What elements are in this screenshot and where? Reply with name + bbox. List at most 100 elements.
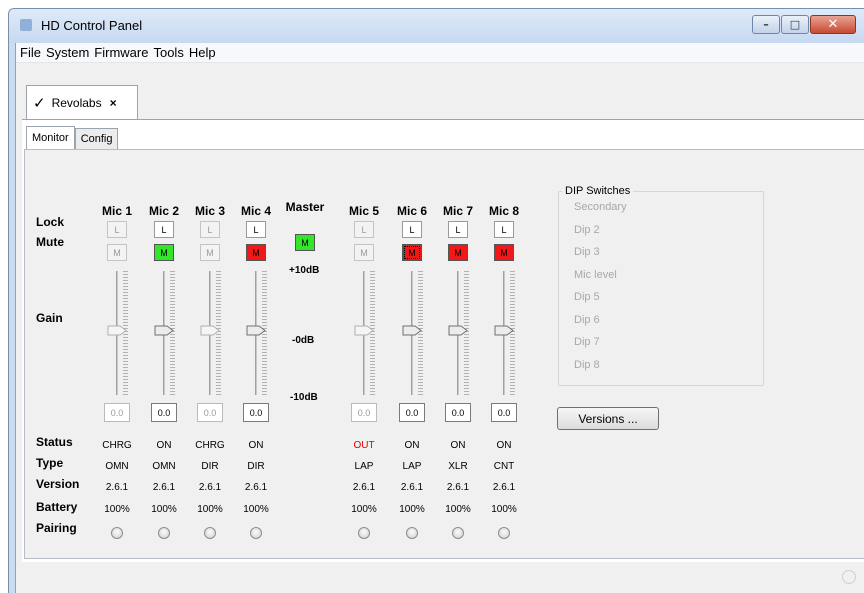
mic4-status: ON <box>248 440 264 451</box>
row-label-pairing: Pairing <box>36 521 77 535</box>
mic4-type: DIR <box>247 461 265 472</box>
master-gain-top-label: +10dB <box>289 265 320 276</box>
title-bar[interactable]: HD Control Panel – □ ✕ <box>9 9 864 43</box>
mic5-status: OUT <box>353 440 375 451</box>
status-bar <box>22 562 864 593</box>
mic8-battery: 100% <box>491 504 517 515</box>
mic3-version: 2.6.1 <box>198 482 222 493</box>
menu-bar: File System Firmware Tools Help <box>16 43 864 63</box>
menu-firmware[interactable]: Firmware <box>94 45 148 60</box>
mic2-gain-slider-thumb[interactable] <box>154 325 174 336</box>
mic6-gain-slider-thumb[interactable] <box>402 325 422 336</box>
dip-switches-title: DIP Switches <box>562 185 634 197</box>
minimize-button[interactable]: – <box>752 15 780 34</box>
mic6-gain-value[interactable]: 0.0 <box>399 403 425 422</box>
doc-tab-label: Revolabs <box>51 95 102 110</box>
mic2-gain-value[interactable]: 0.0 <box>151 403 177 422</box>
mic2-status: ON <box>156 440 172 451</box>
mic8-status: ON <box>496 440 512 451</box>
window-title: HD Control Panel <box>41 18 143 33</box>
mic8-gain-value[interactable]: 0.0 <box>491 403 517 422</box>
master-mute-button[interactable]: M <box>295 234 315 251</box>
mic7-version: 2.6.1 <box>446 482 470 493</box>
mic3-mute-button[interactable]: M <box>200 244 220 261</box>
menu-system[interactable]: System <box>46 45 89 60</box>
mic6-header: Mic 6 <box>396 204 427 218</box>
mic1-gain-value[interactable]: 0.0 <box>104 403 130 422</box>
mic8-version: 2.6.1 <box>492 482 516 493</box>
mic1-mute-button[interactable]: M <box>107 244 127 261</box>
tab-monitor[interactable]: Monitor <box>26 126 75 149</box>
mic4-gain-slider-thumb[interactable] <box>246 325 266 336</box>
close-icon: ✕ <box>827 17 839 32</box>
mic5-pairing-radio[interactable] <box>358 527 370 539</box>
row-label-type: Type <box>36 456 64 470</box>
mic1-status: CHRG <box>102 440 132 451</box>
mic7-battery: 100% <box>445 504 471 515</box>
mic1-gain-slider-thumb[interactable] <box>107 325 127 336</box>
minimize-icon: – <box>763 18 769 31</box>
mic4-header: Mic 4 <box>240 204 271 218</box>
mic8-mute-button[interactable]: M <box>494 244 514 261</box>
mic2-battery: 100% <box>151 504 177 515</box>
mic7-lock-button[interactable]: L <box>448 221 468 238</box>
mic3-type: DIR <box>201 461 219 472</box>
mic1-battery: 100% <box>104 504 130 515</box>
mic2-mute-button[interactable]: M <box>154 244 174 261</box>
menu-file[interactable]: File <box>20 45 41 60</box>
master-gain-bottom-label: -10dB <box>290 392 318 403</box>
app-window: HD Control Panel – □ ✕ File System Firmw… <box>8 8 864 593</box>
mic6-pairing-radio[interactable] <box>406 527 418 539</box>
mic6-battery: 100% <box>399 504 425 515</box>
mic2-lock-button[interactable]: L <box>154 221 174 238</box>
mic7-gain-value[interactable]: 0.0 <box>445 403 471 422</box>
tab-close-icon[interactable]: × <box>110 96 117 110</box>
mic3-lock-button[interactable]: L <box>200 221 220 238</box>
master-gain-mid-label: -0dB <box>292 335 315 346</box>
mic1-pairing-radio[interactable] <box>111 527 123 539</box>
menu-tools[interactable]: Tools <box>153 45 183 60</box>
mic4-gain-value[interactable]: 0.0 <box>243 403 269 422</box>
mic7-mute-button[interactable]: M <box>448 244 468 261</box>
mic8-lock-button[interactable]: L <box>494 221 514 238</box>
mic6-mute-button[interactable]: M <box>402 244 422 261</box>
mic5-mute-button[interactable]: M <box>354 244 374 261</box>
mic4-mute-button[interactable]: M <box>246 244 266 261</box>
maximize-icon: □ <box>789 18 801 31</box>
menu-help[interactable]: Help <box>189 45 216 60</box>
mic7-pairing-radio[interactable] <box>452 527 464 539</box>
mic8-gain-slider-thumb[interactable] <box>494 325 514 336</box>
row-label-mute: Mute <box>36 235 64 249</box>
mic7-header: Mic 7 <box>442 204 473 218</box>
mic3-pairing-radio[interactable] <box>204 527 216 539</box>
dip-switch-1: Secondary <box>574 201 627 213</box>
mic2-pairing-radio[interactable] <box>158 527 170 539</box>
mic7-gain-slider-thumb[interactable] <box>448 325 468 336</box>
mic6-lock-button[interactable]: L <box>402 221 422 238</box>
mic5-gain-slider-thumb[interactable] <box>354 325 374 336</box>
mic5-lock-button[interactable]: L <box>354 221 374 238</box>
versions-button[interactable]: Versions ... <box>557 407 659 430</box>
mic4-lock-button[interactable]: L <box>246 221 266 238</box>
maximize-button[interactable]: □ <box>781 15 809 34</box>
row-label-lock: Lock <box>36 215 65 229</box>
dip-switch-4: Mic level <box>574 268 617 281</box>
app-icon <box>20 19 32 31</box>
master-header: Master <box>285 200 325 214</box>
mic8-pairing-radio[interactable] <box>498 527 510 539</box>
close-button[interactable]: ✕ <box>810 15 856 34</box>
mic3-gain-slider-thumb[interactable] <box>200 325 220 336</box>
doc-tab-revolabs[interactable]: ✓ Revolabs × <box>26 85 138 119</box>
mic1-lock-button[interactable]: L <box>107 221 127 238</box>
tab-config[interactable]: Config <box>74 128 119 149</box>
mic3-gain-value[interactable]: 0.0 <box>197 403 223 422</box>
mic5-type: LAP <box>354 461 374 472</box>
mic6-type: LAP <box>402 461 422 472</box>
mic4-version: 2.6.1 <box>244 482 268 493</box>
dip-switches-group <box>558 191 764 386</box>
mic5-gain-value[interactable]: 0.0 <box>351 403 377 422</box>
dip-switch-6: Dip 6 <box>574 313 600 326</box>
mic4-pairing-radio[interactable] <box>250 527 262 539</box>
mic3-status: CHRG <box>195 440 225 451</box>
mic2-type: OMN <box>152 461 176 472</box>
